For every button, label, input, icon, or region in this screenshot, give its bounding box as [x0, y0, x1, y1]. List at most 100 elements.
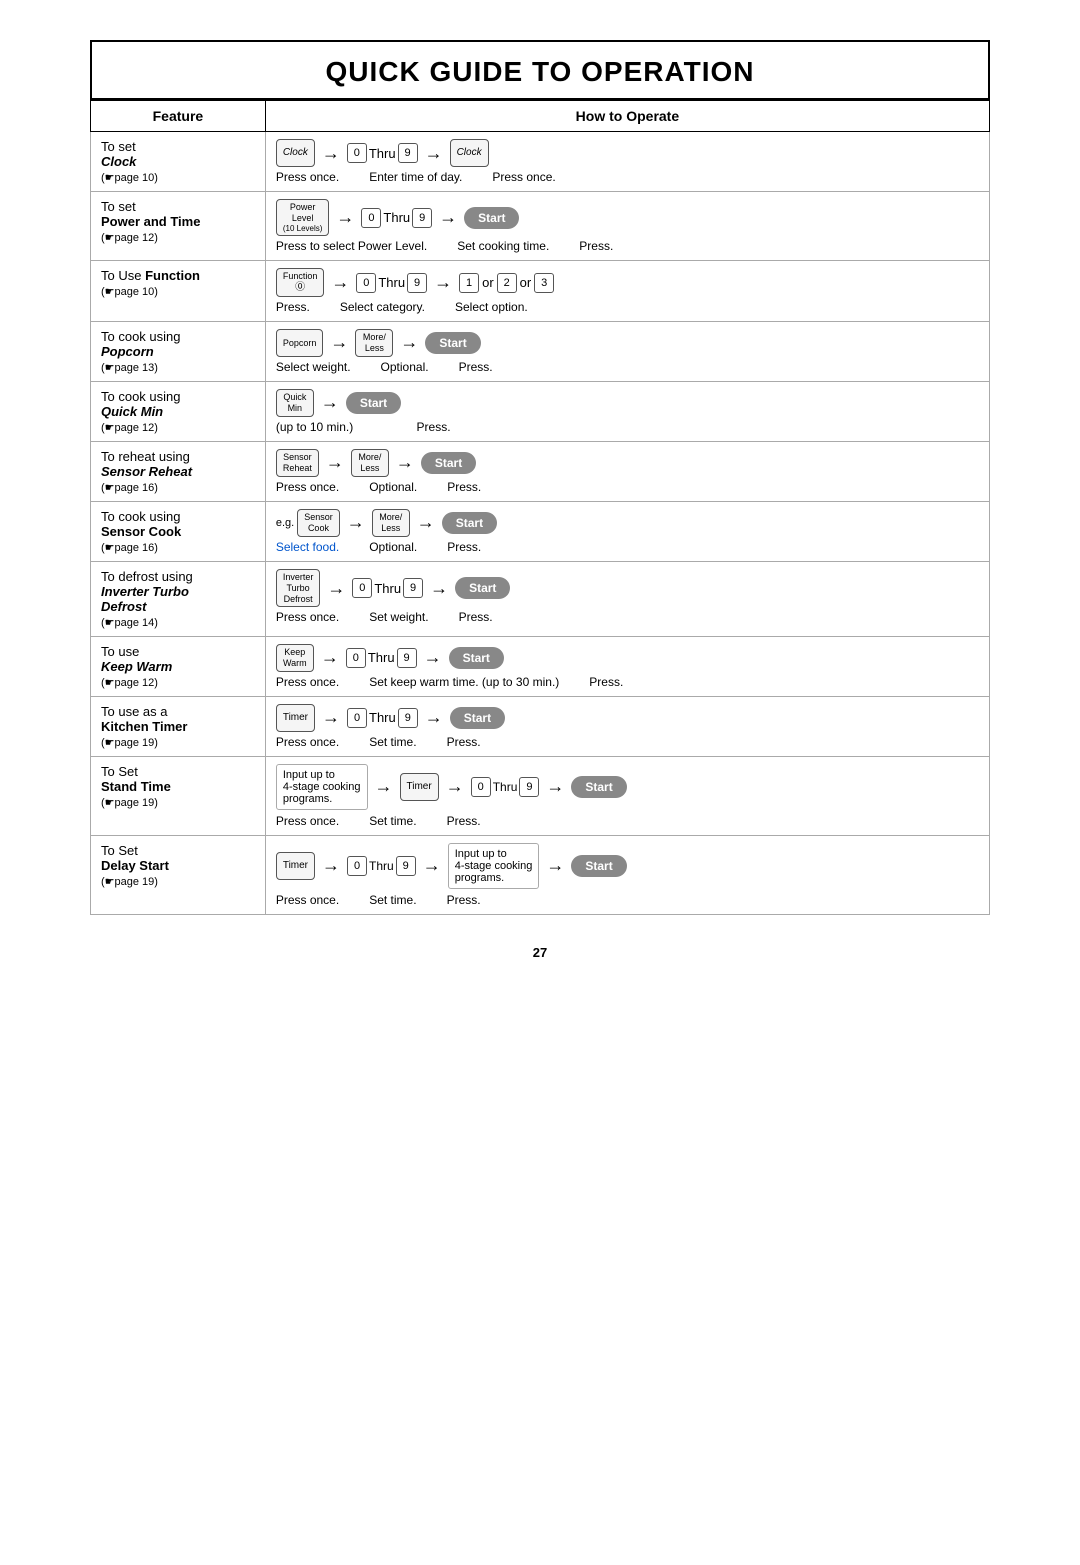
feature-prefix: To defrost using: [101, 569, 193, 584]
popcorn-button[interactable]: Popcorn: [276, 329, 324, 357]
how-descriptions: Press once. Optional. Press.: [276, 480, 979, 494]
feature-page-ref: (☛page 19): [101, 737, 158, 749]
num-1: 1: [459, 273, 479, 293]
table-row: To cook using Quick Min (☛page 12) Quick…: [91, 381, 990, 441]
feature-page-ref: (☛page 12): [101, 677, 158, 689]
start-button[interactable]: Start: [421, 452, 476, 474]
desc-3: Press.: [459, 360, 493, 374]
start-button[interactable]: Start: [450, 707, 505, 729]
start-button[interactable]: Start: [464, 207, 519, 229]
feature-prefix: To cook using: [101, 509, 181, 524]
power-level-button[interactable]: PowerLevel(10 Levels): [276, 199, 330, 236]
or-label: or: [482, 275, 494, 290]
desc-1: Select food.: [276, 540, 339, 554]
feature-main: Quick Min: [101, 404, 163, 419]
feature-cell: To use Keep Warm (☛page 12): [91, 636, 266, 696]
num-9: 9: [397, 648, 417, 668]
how-descriptions: Press once. Set time. Press.: [276, 814, 979, 828]
start-button[interactable]: Start: [571, 776, 626, 798]
table-row: To defrost using Inverter TurboDefrost (…: [91, 561, 990, 636]
sensor-reheat-button[interactable]: SensorReheat: [276, 449, 319, 477]
feature-cell: To reheat using Sensor Reheat (☛page 16): [91, 441, 266, 501]
how-cell: InverterTurboDefrost → 0 Thru 9 → Start …: [265, 561, 989, 636]
feature-page-ref: (☛page 16): [101, 482, 158, 494]
how-cell: PowerLevel(10 Levels) → 0 Thru 9 → Start…: [265, 192, 989, 261]
start-button[interactable]: Start: [425, 332, 480, 354]
feature-page-ref: (☛page 13): [101, 362, 158, 374]
more-less-button[interactable]: More/Less: [372, 509, 410, 537]
feature-prefix: To Set: [101, 764, 138, 779]
num-9: 9: [398, 708, 418, 728]
col-header-feature: Feature: [91, 101, 266, 132]
page: QUICK GUIDE TO OPERATION Feature How to …: [90, 40, 990, 960]
arrow-icon: →: [327, 578, 345, 599]
start-button[interactable]: Start: [571, 855, 626, 877]
start-button[interactable]: Start: [442, 512, 497, 534]
feature-page-ref: (☛page 12): [101, 422, 158, 434]
arrow-icon: →: [546, 776, 564, 797]
table-row: To set Clock (☛page 10) Clock → 0 Thru 9: [91, 132, 990, 192]
page-title: QUICK GUIDE TO OPERATION: [90, 40, 990, 100]
function-button[interactable]: Function⓪: [276, 268, 325, 297]
num-0: 0: [347, 143, 367, 163]
timer-button[interactable]: Timer: [276, 704, 315, 732]
desc-3: Press.: [417, 420, 451, 434]
start-button[interactable]: Start: [455, 577, 510, 599]
feature-prefix: To reheat using: [101, 449, 190, 464]
feature-main: Kitchen Timer: [101, 719, 187, 734]
arrow-icon: →: [347, 512, 365, 533]
table-row: To Set Stand Time (☛page 19) Input up to…: [91, 756, 990, 835]
feature-prefix: To use: [101, 644, 139, 659]
desc-2: Optional.: [369, 480, 417, 494]
timer-button[interactable]: Timer: [276, 852, 315, 880]
thru-group: 0 Thru 9: [346, 648, 417, 668]
num-9: 9: [412, 208, 432, 228]
desc-3: Press.: [459, 610, 493, 624]
num-9: 9: [407, 273, 427, 293]
desc-1: Press to select Power Level.: [276, 239, 427, 253]
clock-button-1[interactable]: Clock: [276, 139, 315, 167]
start-button[interactable]: Start: [346, 392, 401, 414]
timer-button[interactable]: Timer: [400, 773, 439, 801]
desc-1: Press.: [276, 300, 310, 314]
thru-group: 0 Thru 9: [347, 143, 418, 163]
how-descriptions: Press once. Enter time of day. Press onc…: [276, 170, 979, 184]
thru-group: 0 Thru 9: [347, 856, 416, 876]
feature-cell: To Use Function (☛page 10): [91, 261, 266, 322]
feature-main: Function: [145, 268, 200, 283]
feature-cell: To cook using Popcorn (☛page 13): [91, 321, 266, 381]
feature-page-ref: (☛page 10): [101, 286, 158, 298]
more-less-button[interactable]: More/Less: [351, 449, 389, 477]
desc-3: Press.: [579, 239, 613, 253]
thru-group: 0 Thru 9: [347, 708, 418, 728]
how-descriptions: (up to 10 min.) Press.: [276, 420, 979, 434]
start-button[interactable]: Start: [449, 647, 504, 669]
desc-1: Press once.: [276, 675, 339, 689]
desc-2: Set time.: [369, 735, 416, 749]
feature-page-ref: (☛page 19): [101, 876, 158, 888]
keep-warm-button[interactable]: KeepWarm: [276, 644, 314, 672]
arrow-icon: →: [375, 776, 393, 797]
feature-prefix: To cook using: [101, 389, 181, 404]
feature-main: Power and Time: [101, 214, 200, 229]
feature-cell: To cook using Quick Min (☛page 12): [91, 381, 266, 441]
feature-cell: To use as a Kitchen Timer (☛page 19): [91, 696, 266, 756]
feature-cell: To cook using Sensor Cook (☛page 16): [91, 501, 266, 561]
feature-cell: To Set Delay Start (☛page 19): [91, 835, 266, 914]
how-cell: KeepWarm → 0 Thru 9 → Start Press once. …: [265, 636, 989, 696]
clock-button-2[interactable]: Clock: [450, 139, 489, 167]
feature-main: Sensor Reheat: [101, 464, 192, 479]
quick-min-button[interactable]: QuickMin: [276, 389, 314, 417]
table-row: To set Power and Time (☛page 12) PowerLe…: [91, 192, 990, 261]
eg-label: e.g.: [276, 517, 294, 529]
more-less-button[interactable]: More/Less: [355, 329, 393, 357]
arrow-icon: →: [331, 272, 349, 293]
col-header-how: How to Operate: [265, 101, 989, 132]
desc-1: Press once.: [276, 814, 339, 828]
desc-3: Press once.: [492, 170, 555, 184]
sensor-cook-button[interactable]: SensorCook: [297, 509, 340, 537]
how-descriptions: Select weight. Optional. Press.: [276, 360, 979, 374]
desc-2: Optional.: [381, 360, 429, 374]
desc-2: Set time.: [369, 814, 416, 828]
inverter-turbo-button[interactable]: InverterTurboDefrost: [276, 569, 321, 607]
